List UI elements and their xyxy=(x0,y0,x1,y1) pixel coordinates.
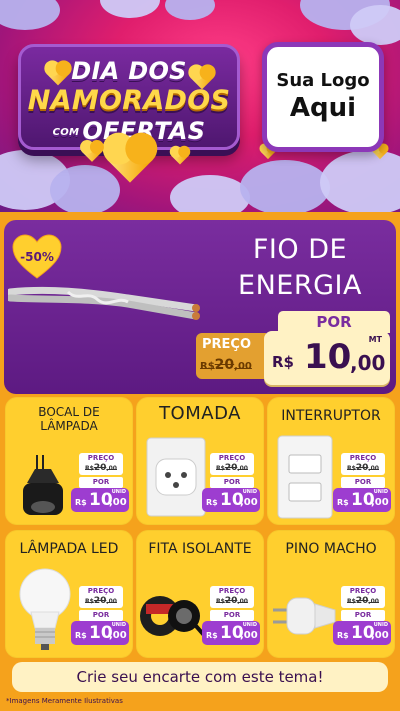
product-name: INTERRUPTOR xyxy=(281,408,381,424)
product-card-fita-isolante[interactable]: FITA ISOLANTE PREÇO R$20,00 POR R$ 10,00 UN… xyxy=(136,530,264,658)
featured-name-line2: ENERGIA xyxy=(238,270,362,301)
logo-text-line2: Aqui xyxy=(289,93,357,123)
cloud-decoration xyxy=(350,5,400,45)
wall-outlet-image xyxy=(146,437,206,517)
old-price-box: PREÇO R$20,00 xyxy=(196,333,266,379)
unit-label: MT xyxy=(368,335,382,344)
cloud-decoration xyxy=(320,150,400,214)
light-switch-image xyxy=(277,435,333,519)
create-flyer-button[interactable]: Crie seu encarte com este tema! xyxy=(12,662,388,692)
featured-name-line1: FIO DE xyxy=(252,234,348,265)
cloud-decoration xyxy=(165,0,215,20)
product-name: FITA ISOLANTE xyxy=(148,541,252,557)
product-card-tomada[interactable]: TOMADA PREÇO R$20,00 POR R$ 10,00 UNID xyxy=(136,397,264,525)
lamp-socket-image xyxy=(23,455,63,515)
product-name: PINO MACHO xyxy=(285,541,377,557)
cloud-decoration xyxy=(170,175,250,214)
logo-placeholder[interactable]: Sua Logo Aqui xyxy=(262,42,384,152)
price-tag: PREÇO R$20,00 POR R$ 10,00 UNID xyxy=(333,453,391,519)
new-price-decimal: ,00 xyxy=(350,351,386,375)
product-card-lampada-led[interactable]: LÂMPADA LED PREÇO R$20,00 POR R$ 10,00 UNID xyxy=(5,530,133,658)
discount-badge: -50% xyxy=(12,234,62,280)
cloud-decoration xyxy=(240,160,330,214)
price-tag: PREÇO R$20,00 POR R$ 10,00 UNID xyxy=(202,453,260,519)
featured-product-name: FIO DE ENERGIA xyxy=(210,232,390,304)
cloud-decoration xyxy=(50,165,120,214)
price-tag: PREÇO R$20,00 POR R$ 10,00 UNID xyxy=(71,453,129,519)
title-line-2: NAMORADOS xyxy=(27,85,231,116)
product-name: BOCAL DE LÂMPADA xyxy=(38,405,100,433)
logo-text-line1: Sua Logo xyxy=(276,70,370,91)
price-tag: PREÇO R$20,00 POR R$ 10,00 UNID xyxy=(333,586,391,652)
plug-image xyxy=(273,597,336,635)
product-name: LÂMPADA LED xyxy=(19,541,119,557)
product-card-bocal[interactable]: BOCAL DE LÂMPADA PREÇO R$20,00 POR R$ 10,00… xyxy=(5,397,133,525)
product-card-interruptor[interactable]: INTERRUPTOR PREÇO R$20,00 POR R$ 10,00 UNID xyxy=(267,397,395,525)
discount-text: -50% xyxy=(20,250,54,264)
heart-icon xyxy=(82,142,102,162)
por-label: POR xyxy=(278,311,390,333)
heart-icon xyxy=(171,147,189,165)
hero-banner: DIA DOS NAMORADOS COM OFERTAS Sua Logo Aq… xyxy=(0,0,400,214)
product-name: TOMADA xyxy=(159,403,241,424)
cloud-decoration xyxy=(100,0,160,18)
title-com: COM xyxy=(52,126,80,138)
led-bulb-image xyxy=(19,568,71,650)
electrical-tape-image xyxy=(140,596,210,644)
disclaimer-text: *Imagens Meramente Ilustrativas xyxy=(6,697,123,705)
new-price-currency: R$ xyxy=(272,353,294,371)
new-price-box: R$ 10 ,00 MT xyxy=(264,331,390,385)
wire-product-image xyxy=(8,286,200,320)
price-tag: PREÇO R$20,00 POR R$ 10,00 UNID xyxy=(202,586,260,652)
old-price: R$20,00 xyxy=(200,357,252,373)
cloud-decoration xyxy=(0,0,60,30)
price-tag: PREÇO R$20,00 POR R$ 10,00 UNID xyxy=(71,586,129,652)
preco-label: PREÇO xyxy=(202,337,252,352)
new-price-integer: 10 xyxy=(304,337,352,377)
product-card-pino-macho[interactable]: PINO MACHO PREÇO R$20,00 POR R$ 10,00 UNID xyxy=(267,530,395,658)
